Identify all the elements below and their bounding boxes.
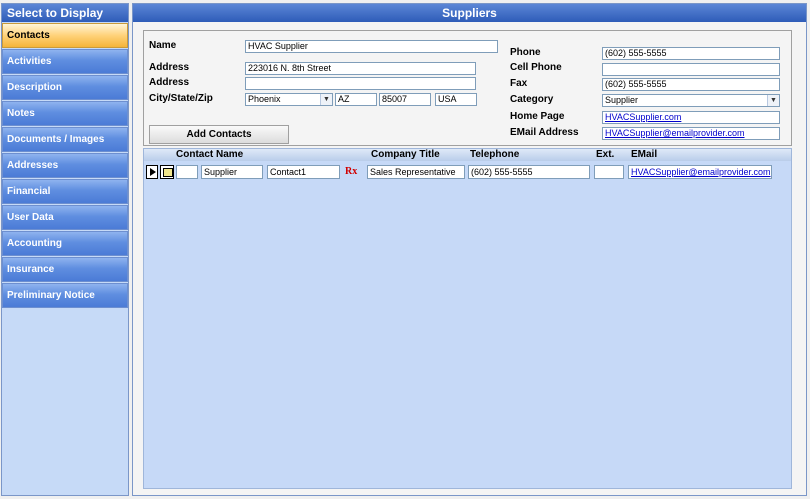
salutation-cell[interactable] bbox=[176, 165, 198, 179]
supplier-form: Name Address Address City/State/Zip HVAC… bbox=[143, 30, 792, 146]
nav-item-description[interactable]: Description bbox=[2, 75, 128, 100]
main-panel: Suppliers Name Address Address City/Stat… bbox=[132, 3, 807, 496]
zip-field[interactable]: 85007 bbox=[379, 93, 431, 106]
category-label: Category bbox=[510, 94, 554, 105]
chevron-down-icon[interactable]: ▼ bbox=[320, 94, 332, 105]
cell-phone-field[interactable] bbox=[602, 63, 780, 76]
city-value: Phoenix bbox=[248, 94, 281, 104]
nav-item-financial[interactable]: Financial bbox=[2, 179, 128, 204]
grid-header: Contact Name Company Title Telephone Ext… bbox=[144, 149, 791, 161]
city-state-zip-label: City/State/Zip bbox=[149, 93, 213, 104]
nav-item-notes[interactable]: Notes bbox=[2, 101, 128, 126]
row-selector-icon[interactable] bbox=[146, 165, 158, 179]
country-field[interactable]: USA bbox=[435, 93, 477, 106]
nav-item-documents-images[interactable]: Documents / Images bbox=[2, 127, 128, 152]
rx-icon[interactable]: Rx bbox=[345, 166, 357, 178]
telephone-cell[interactable]: (602) 555-5555 bbox=[468, 165, 590, 179]
category-value: Supplier bbox=[605, 95, 639, 105]
column-header-company-title[interactable]: Company Title bbox=[371, 149, 440, 161]
fax-label: Fax bbox=[510, 78, 528, 89]
address2-label: Address bbox=[149, 77, 190, 88]
nav-item-insurance[interactable]: Insurance bbox=[2, 257, 128, 282]
edit-icon[interactable] bbox=[160, 165, 174, 179]
cell-phone-label: Cell Phone bbox=[510, 62, 562, 73]
name-label: Name bbox=[149, 40, 177, 51]
column-header-ext[interactable]: Ext. bbox=[596, 149, 614, 161]
phone-label: Phone bbox=[510, 47, 541, 58]
city-select[interactable]: Phoenix ▼ bbox=[245, 93, 333, 106]
column-header-telephone[interactable]: Telephone bbox=[470, 149, 519, 161]
nav-item-user-data[interactable]: User Data bbox=[2, 205, 128, 230]
column-header-contact-name[interactable]: Contact Name bbox=[176, 149, 243, 161]
contacts-grid: Contact Name Company Title Telephone Ext… bbox=[143, 148, 792, 489]
column-header-email[interactable]: EMail bbox=[631, 149, 657, 161]
company-title-cell[interactable]: Sales Representative bbox=[367, 165, 465, 179]
nav-item-activities[interactable]: Activities bbox=[2, 49, 128, 74]
last-name-cell[interactable]: Contact1 bbox=[267, 165, 340, 179]
address2-field[interactable] bbox=[245, 77, 476, 90]
nav-item-contacts[interactable]: Contacts bbox=[2, 23, 128, 48]
name-field[interactable]: HVAC Supplier bbox=[245, 40, 498, 53]
fax-field[interactable]: (602) 555-5555 bbox=[602, 78, 780, 91]
address1-field[interactable]: 223016 N. 8th Street bbox=[245, 62, 476, 75]
address1-label: Address bbox=[149, 62, 190, 73]
chevron-down-icon[interactable]: ▼ bbox=[767, 95, 779, 106]
email-label: EMail Address bbox=[510, 127, 579, 138]
navigation-panel: Select to Display Contacts Activities De… bbox=[1, 3, 129, 496]
navigation-title: Select to Display bbox=[2, 4, 128, 22]
category-select[interactable]: Supplier ▼ bbox=[602, 94, 780, 107]
phone-field[interactable]: (602) 555-5555 bbox=[602, 47, 780, 60]
add-contacts-button[interactable]: Add Contacts bbox=[149, 125, 289, 144]
home-page-label: Home Page bbox=[510, 111, 565, 122]
nav-item-preliminary-notice[interactable]: Preliminary Notice bbox=[2, 283, 128, 308]
nav-item-accounting[interactable]: Accounting bbox=[2, 231, 128, 256]
state-field[interactable]: AZ bbox=[335, 93, 377, 106]
home-page-field[interactable]: HVACSupplier.com bbox=[602, 111, 780, 124]
ext-cell[interactable] bbox=[594, 165, 624, 179]
email-cell[interactable]: HVACSupplier@emailprovider.com bbox=[628, 165, 772, 179]
page-title: Suppliers bbox=[133, 4, 806, 22]
nav-item-addresses[interactable]: Addresses bbox=[2, 153, 128, 178]
email-field[interactable]: HVACSupplier@emailprovider.com bbox=[602, 127, 780, 140]
first-name-cell[interactable]: Supplier bbox=[201, 165, 263, 179]
